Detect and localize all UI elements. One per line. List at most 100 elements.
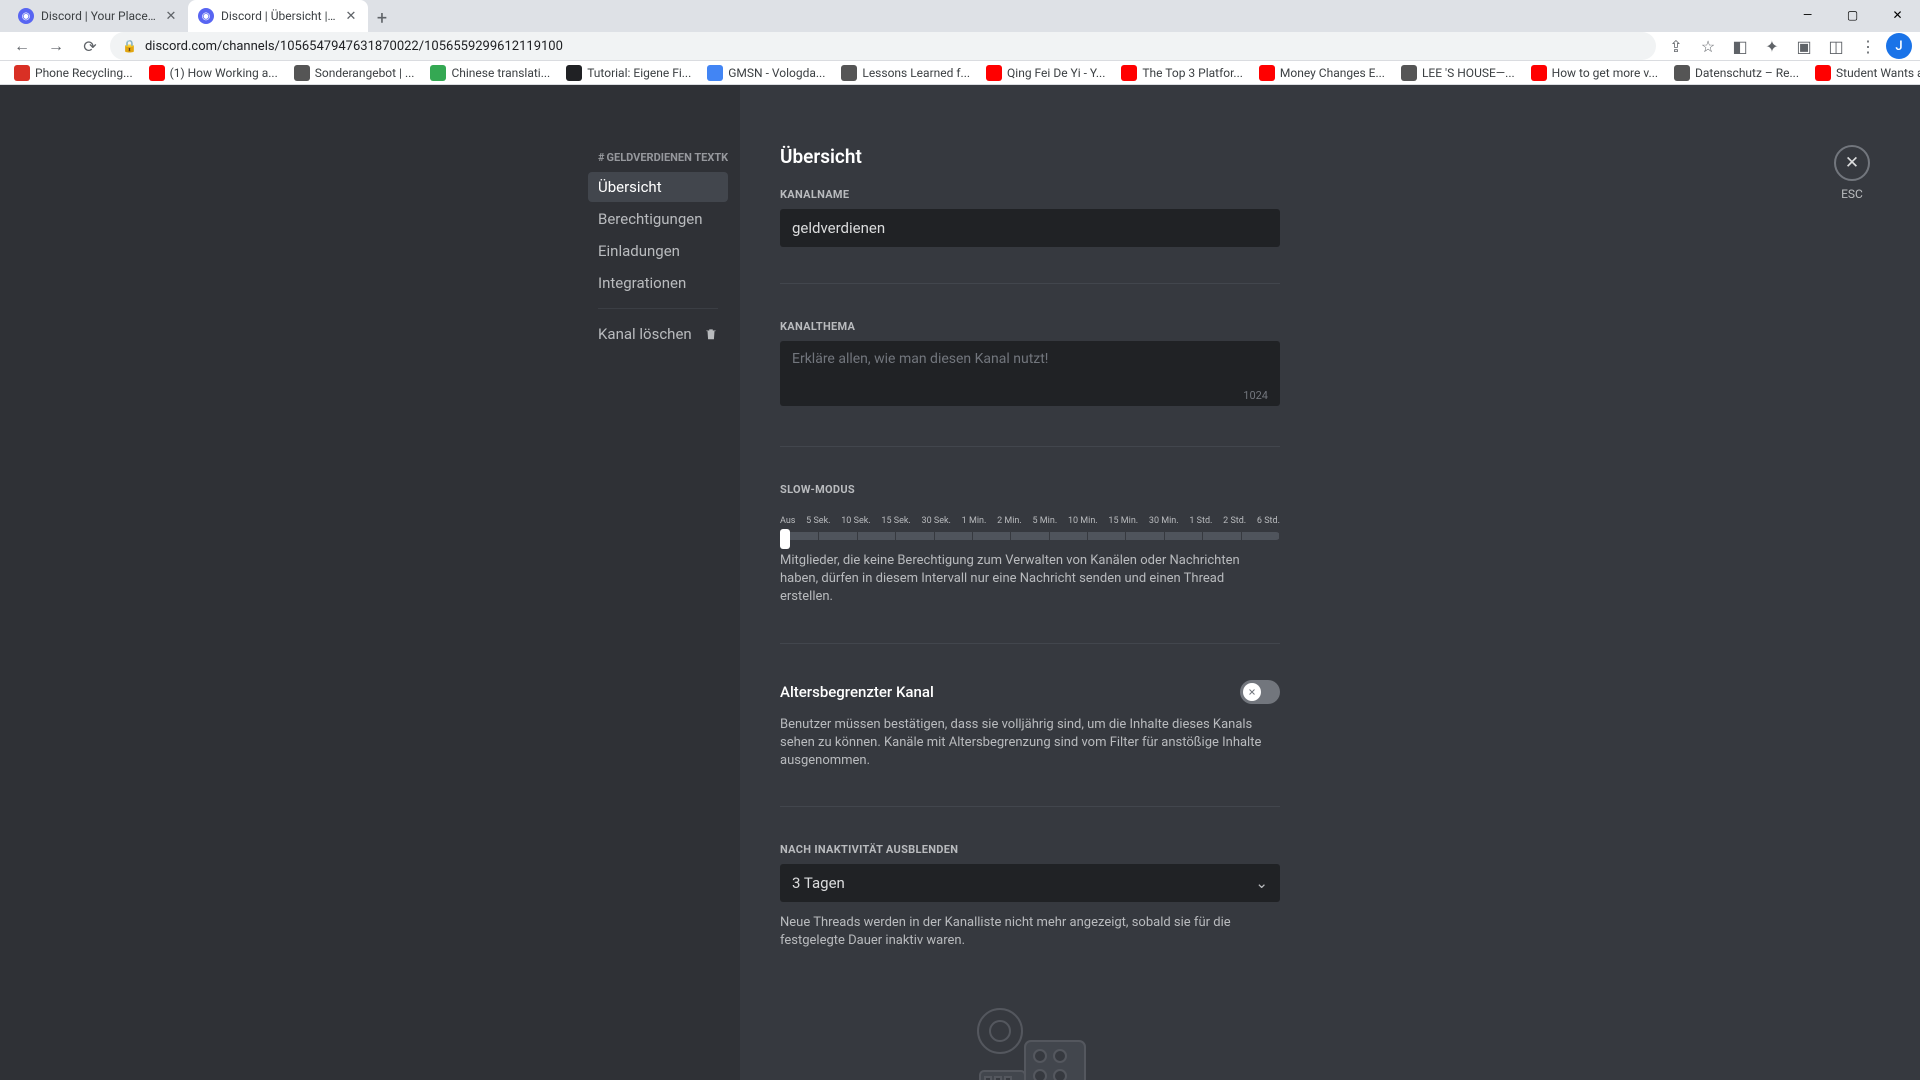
extension-icon[interactable]: ◧ xyxy=(1726,32,1754,60)
back-button[interactable]: ← xyxy=(8,32,36,60)
new-tab-button[interactable]: + xyxy=(368,4,396,32)
delete-label: Kanal löschen xyxy=(598,325,692,343)
slider-tick xyxy=(1164,532,1165,540)
bookmark-favicon xyxy=(566,65,582,81)
divider xyxy=(780,446,1280,447)
slider-tick xyxy=(1125,532,1126,540)
sidebar-item-permissions[interactable]: Berechtigungen xyxy=(588,204,728,234)
bookmark-favicon xyxy=(1674,65,1690,81)
tab-title: Discord | Übersicht | Server v xyxy=(221,9,337,23)
slider-tick xyxy=(1279,532,1280,540)
slider-tick xyxy=(1049,532,1050,540)
toggle-knob xyxy=(1243,683,1261,701)
discord-favicon: ◉ xyxy=(18,8,34,24)
extension-icon[interactable]: ▣ xyxy=(1790,32,1818,60)
sidebar-delete-channel[interactable]: Kanal löschen xyxy=(588,319,728,349)
inactivity-select[interactable]: 3 Tagen ⌄ xyxy=(780,864,1280,902)
slider-tick xyxy=(857,532,858,540)
channel-settings-layer: #GELDVERDIENEN TEXTKANÄ Übersicht Berech… xyxy=(0,85,1920,1080)
decorative-illustration xyxy=(940,991,1120,1080)
slider-tick xyxy=(1010,532,1011,540)
bookmark-label: Sonderangebot | ... xyxy=(315,66,415,80)
slider-tick xyxy=(1241,532,1242,540)
sidebar-item-invites[interactable]: Einladungen xyxy=(588,236,728,266)
menu-icon[interactable]: ⋮ xyxy=(1854,32,1882,60)
bookmark-label: Qing Fei De Yi - Y... xyxy=(1007,66,1105,80)
slider-tick-label: 5 Min. xyxy=(1033,516,1058,526)
bookmark-favicon xyxy=(14,65,30,81)
slider-tick-label: 15 Min. xyxy=(1108,516,1138,526)
slider-tick-label: 1 Min. xyxy=(962,516,987,526)
age-restricted-toggle[interactable] xyxy=(1240,680,1280,704)
channel-topic-input[interactable] xyxy=(780,341,1280,406)
settings-content: ✕ ESC Übersicht KANALNAME KANALTHEMA 102… xyxy=(740,85,1920,1080)
slider-tick-label: 10 Min. xyxy=(1068,516,1098,526)
toolbar-right: ⇪ ☆ ◧ ✦ ▣ ◫ ⋮ J xyxy=(1662,32,1912,60)
bookmark-favicon xyxy=(1121,65,1137,81)
window-controls: — ▢ ✕ xyxy=(1785,0,1920,30)
bookmark-item[interactable]: Qing Fei De Yi - Y... xyxy=(980,61,1111,85)
channel-topic-label: KANALTHEMA xyxy=(780,320,1280,333)
bookmark-item[interactable]: The Top 3 Platfor... xyxy=(1115,61,1249,85)
slider-tick-label: 2 Min. xyxy=(997,516,1022,526)
slider-tick-label: 6 Std. xyxy=(1257,516,1280,526)
bookmark-item[interactable]: Student Wants an... xyxy=(1809,61,1920,85)
slider-ticks xyxy=(780,532,1280,540)
bookmark-favicon xyxy=(1531,65,1547,81)
discord-app: #GELDVERDIENEN TEXTKANÄ Übersicht Berech… xyxy=(0,85,1920,1080)
star-icon[interactable]: ☆ xyxy=(1694,32,1722,60)
bookmark-item[interactable]: GMSN - Vologda... xyxy=(701,61,831,85)
close-icon[interactable]: ✕ xyxy=(164,9,178,23)
bookmark-item[interactable]: Lessons Learned f... xyxy=(835,61,976,85)
share-icon[interactable]: ⇪ xyxy=(1662,32,1690,60)
sidebar-separator xyxy=(598,308,718,309)
bookmark-item[interactable]: Phone Recycling... xyxy=(8,61,139,85)
bookmark-item[interactable]: Money Changes E... xyxy=(1253,61,1391,85)
bookmark-item[interactable]: Datenschutz – Re... xyxy=(1668,61,1805,85)
extension-icon[interactable]: ◫ xyxy=(1822,32,1850,60)
settings-sidebar: #GELDVERDIENEN TEXTKANÄ Übersicht Berech… xyxy=(0,85,740,1080)
browser-toolbar: ← → ⟳ 🔒 discord.com/channels/10565479476… xyxy=(0,32,1920,61)
sidebar-item-overview[interactable]: Übersicht xyxy=(588,172,728,202)
bookmark-favicon xyxy=(707,65,723,81)
bookmark-item[interactable]: Sonderangebot | ... xyxy=(288,61,421,85)
close-settings-button[interactable]: ✕ ESC xyxy=(1834,145,1870,201)
slider-tick xyxy=(895,532,896,540)
slowmode-slider[interactable]: Aus5 Sek.10 Sek.15 Sek.30 Sek.1 Min.2 Mi… xyxy=(780,516,1280,540)
bookmark-item[interactable]: LEE 'S HOUSE—... xyxy=(1395,61,1521,85)
bookmark-favicon xyxy=(1815,65,1831,81)
bookmark-item[interactable]: (1) How Working a... xyxy=(143,61,284,85)
slider-tick-label: Aus xyxy=(780,516,795,526)
channel-name-input[interactable] xyxy=(780,209,1280,247)
close-icon[interactable]: ✕ xyxy=(344,9,358,23)
sidebar-header: #GELDVERDIENEN TEXTKANÄ xyxy=(588,145,728,170)
bookmark-item[interactable]: Chinese translati... xyxy=(424,61,556,85)
bookmark-favicon xyxy=(1259,65,1275,81)
browser-tab-active[interactable]: ◉ Discord | Übersicht | Server v ✕ xyxy=(188,0,368,32)
divider xyxy=(780,283,1280,284)
slider-track[interactable] xyxy=(780,532,1280,540)
slider-tick xyxy=(818,532,819,540)
profile-avatar[interactable]: J xyxy=(1886,33,1912,59)
slowmode-label: SLOW-MODUS xyxy=(780,483,1280,496)
puzzle-icon[interactable]: ✦ xyxy=(1758,32,1786,60)
reload-button[interactable]: ⟳ xyxy=(76,32,104,60)
char-count: 1024 xyxy=(1243,389,1268,402)
minimize-button[interactable]: — xyxy=(1785,0,1830,30)
divider xyxy=(780,643,1280,644)
discord-favicon: ◉ xyxy=(198,8,214,24)
sidebar-item-integrations[interactable]: Integrationen xyxy=(588,268,728,298)
bookmark-item[interactable]: How to get more v... xyxy=(1525,61,1664,85)
trash-icon xyxy=(704,327,718,341)
browser-tab[interactable]: ◉ Discord | Your Place to Talk an ✕ xyxy=(8,0,188,32)
bookmark-item[interactable]: Tutorial: Eigene Fi... xyxy=(560,61,697,85)
maximize-button[interactable]: ▢ xyxy=(1830,0,1875,30)
address-bar[interactable]: 🔒 discord.com/channels/10565479476318700… xyxy=(110,32,1656,60)
bookmark-label: The Top 3 Platfor... xyxy=(1142,66,1243,80)
slider-thumb[interactable] xyxy=(780,529,790,549)
close-window-button[interactable]: ✕ xyxy=(1875,0,1920,30)
bookmark-label: How to get more v... xyxy=(1552,66,1658,80)
bookmark-favicon xyxy=(841,65,857,81)
forward-button[interactable]: → xyxy=(42,32,70,60)
x-icon xyxy=(1247,687,1257,697)
